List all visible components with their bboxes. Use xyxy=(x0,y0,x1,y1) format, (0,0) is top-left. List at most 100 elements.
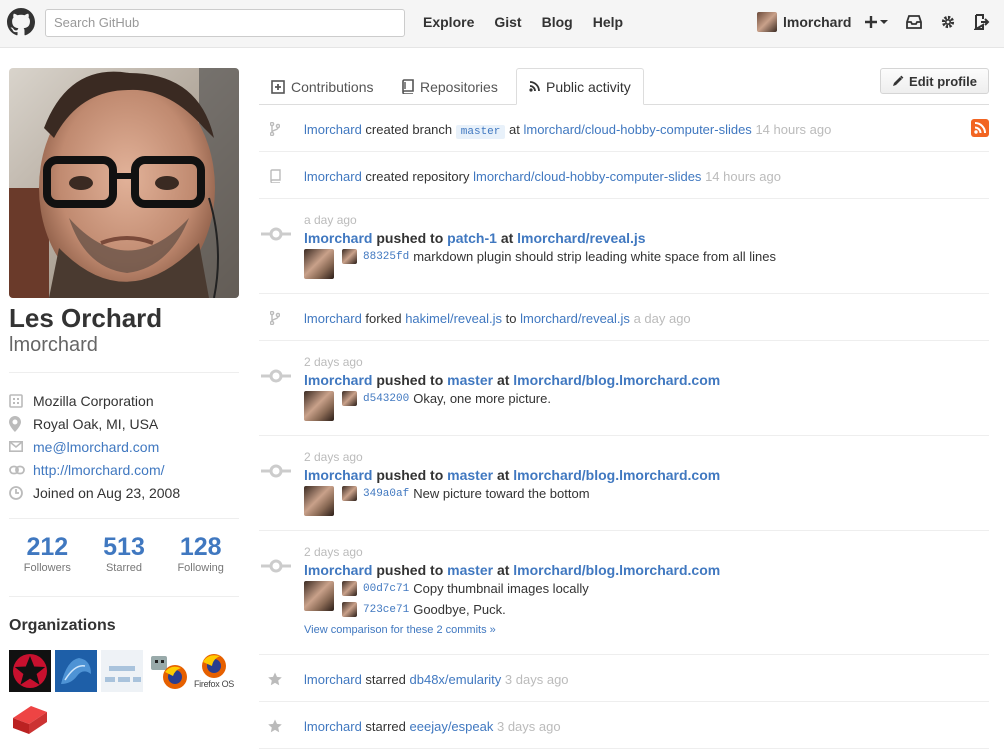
source-repo-link[interactable]: hakimel/reveal.js xyxy=(405,311,502,326)
feed-item-push: 2 days ago lmorchard pushed to master at… xyxy=(259,436,989,531)
org-avatar-firefox-os[interactable]: Firefox OS xyxy=(193,650,235,692)
stat-number: 212 xyxy=(26,533,69,561)
stat-followers[interactable]: 212 Followers xyxy=(9,532,86,574)
stat-starred[interactable]: 513 Starred xyxy=(86,532,163,574)
stat-number: 128 xyxy=(179,533,222,561)
feed-item-fork: lmorchard forked hakimel/reveal.js to lm… xyxy=(259,294,989,341)
org-avatar-blue[interactable] xyxy=(55,650,97,692)
rss-icon xyxy=(529,81,540,92)
profile-fullname: Les Orchard xyxy=(9,303,163,333)
user-menu[interactable]: lmorchard xyxy=(757,12,851,32)
push-headline: lmorchard pushed to master at lmorchard/… xyxy=(304,372,720,388)
actor-link[interactable]: lmorchard xyxy=(304,311,362,326)
timestamp: 2 days ago xyxy=(304,355,363,369)
branch-link[interactable]: master xyxy=(447,467,493,483)
header-username: lmorchard xyxy=(783,14,852,30)
feed-text: lmorchard forked hakimel/reveal.js to lm… xyxy=(304,311,691,326)
nav-explore[interactable]: Explore xyxy=(423,14,474,30)
profile-details: Mozilla Corporation Royal Oak, MI, USA m… xyxy=(9,389,239,504)
commit-sha-link[interactable]: 00d7c71 xyxy=(363,583,409,595)
feed-item-push: 2 days ago lmorchard pushed to master at… xyxy=(259,341,989,436)
timestamp: 3 days ago xyxy=(504,672,569,687)
timestamp: 2 days ago xyxy=(304,450,363,464)
organizations-heading: Organizations xyxy=(9,617,116,634)
action-text: forked xyxy=(365,311,402,326)
commit-sha-link[interactable]: 88325fd xyxy=(363,251,409,263)
search-input[interactable]: Search GitHub xyxy=(45,9,405,37)
branch-name[interactable]: master xyxy=(455,125,506,139)
divider xyxy=(9,372,239,373)
org-avatar-robot-firefox[interactable] xyxy=(147,650,189,692)
avatar[interactable] xyxy=(304,581,334,611)
tab-repositories[interactable]: Repositories xyxy=(390,68,510,105)
github-logo-icon[interactable] xyxy=(7,8,35,36)
repo-link[interactable]: db48x/emularity xyxy=(410,672,502,687)
actor-link[interactable]: lmorchard xyxy=(304,719,362,734)
feed-item-star: lmorchard starred db48x/emularity 3 days… xyxy=(259,655,989,702)
feed-item-star: lmorchard starred eeejay/espeak 3 days a… xyxy=(259,702,989,749)
timestamp: a day ago xyxy=(633,311,691,326)
at-text: at xyxy=(496,372,510,388)
website-link[interactable]: http://lmorchard.com/ xyxy=(33,462,165,478)
branch-link[interactable]: master xyxy=(447,562,493,578)
repo-link[interactable]: lmorchard/blog.lmorchard.com xyxy=(513,372,720,388)
tab-contributions[interactable]: Contributions xyxy=(259,68,386,105)
star-icon xyxy=(267,718,283,734)
tab-public-activity[interactable]: Public activity xyxy=(516,68,644,105)
rss-feed-icon[interactable] xyxy=(971,119,989,137)
actor-link[interactable]: lmorchard xyxy=(304,169,362,184)
mail-icon xyxy=(9,441,33,452)
repo-link[interactable]: lmorchard/reveal.js xyxy=(520,311,630,326)
repo-link[interactable]: eeejay/espeak xyxy=(410,719,494,734)
header-icons xyxy=(864,12,1004,32)
feed-item-create-repo: lmorchard created repository lmorchard/c… xyxy=(259,152,989,199)
org-avatar-blocks[interactable] xyxy=(101,650,143,692)
tab-label: Contributions xyxy=(291,78,374,95)
timestamp: 2 days ago xyxy=(304,545,363,559)
actor-link[interactable]: lmorchard xyxy=(304,562,372,578)
nav-gist[interactable]: Gist xyxy=(494,14,521,30)
repo-link[interactable]: lmorchard/cloud-hobby-computer-slides xyxy=(473,169,701,184)
commit-sha-link[interactable]: d543200 xyxy=(363,393,409,405)
gear-icon[interactable] xyxy=(938,12,958,32)
branch-link[interactable]: patch-1 xyxy=(447,230,497,246)
actor-link[interactable]: lmorchard xyxy=(304,672,362,687)
plus-square-icon xyxy=(271,79,285,94)
feed-text: lmorchard starred db48x/emularity 3 days… xyxy=(304,672,569,687)
plus-dropdown-icon[interactable] xyxy=(864,12,890,32)
avatar[interactable] xyxy=(304,391,334,421)
commit-row: d543200 Okay, one more picture. xyxy=(342,391,551,406)
actor-link[interactable]: lmorchard xyxy=(304,230,372,246)
actor-link[interactable]: lmorchard xyxy=(304,122,362,137)
feed-text: lmorchard starred eeejay/espeak 3 days a… xyxy=(304,719,561,734)
commit-icon xyxy=(261,559,291,573)
stat-following[interactable]: 128 Following xyxy=(162,532,239,574)
org-avatar-red-brick[interactable] xyxy=(9,696,51,738)
commit-sha-link[interactable]: 723ce71 xyxy=(363,604,409,616)
fork-icon xyxy=(267,310,283,326)
repo-link[interactable]: lmorchard/blog.lmorchard.com xyxy=(513,467,720,483)
notifications-inbox-icon[interactable] xyxy=(904,12,924,32)
actor-link[interactable]: lmorchard xyxy=(304,372,372,388)
nav-help[interactable]: Help xyxy=(593,14,623,30)
avatar xyxy=(342,581,357,596)
commit-sha-link[interactable]: 349a0af xyxy=(363,488,409,500)
view-comparison-link[interactable]: View comparison for these 2 commits » xyxy=(304,624,496,636)
sign-out-icon[interactable] xyxy=(972,12,992,32)
repo-link[interactable]: lmorchard/blog.lmorchard.com xyxy=(513,562,720,578)
feed-item-push: 2 days ago lmorchard pushed to master at… xyxy=(259,531,989,655)
commit-icon xyxy=(261,227,291,241)
clock-icon xyxy=(9,485,33,500)
branch-link[interactable]: master xyxy=(447,372,493,388)
edit-profile-button[interactable]: Edit profile xyxy=(880,68,989,94)
tab-label: Repositories xyxy=(420,78,498,95)
detail-location: Royal Oak, MI, USA xyxy=(9,412,239,435)
avatar[interactable] xyxy=(304,486,334,516)
repo-link[interactable]: lmorchard/cloud-hobby-computer-slides xyxy=(523,122,751,137)
nav-blog[interactable]: Blog xyxy=(542,14,573,30)
avatar[interactable] xyxy=(304,249,334,279)
repo-link[interactable]: lmorchard/reveal.js xyxy=(517,230,645,246)
email-link[interactable]: me@lmorchard.com xyxy=(33,439,159,455)
org-avatar-star[interactable] xyxy=(9,650,51,692)
actor-link[interactable]: lmorchard xyxy=(304,467,372,483)
